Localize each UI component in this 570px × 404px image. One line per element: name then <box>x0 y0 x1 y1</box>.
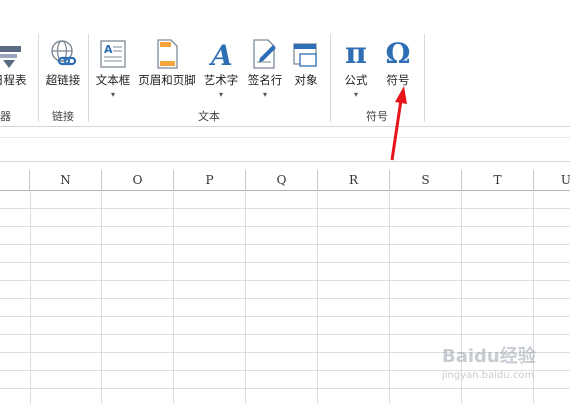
column-header-O[interactable]: O <box>102 170 174 190</box>
chevron-down-icon: ▾ <box>218 90 223 99</box>
svg-text:A: A <box>208 39 233 70</box>
svg-text:A: A <box>104 43 113 56</box>
chevron-down-icon: ▾ <box>353 90 358 99</box>
chevron-down-icon: ▾ <box>110 90 115 99</box>
grid-line <box>173 190 174 404</box>
hyperlink-label: 超链接 <box>45 73 81 87</box>
object-label: 对象 <box>294 73 318 87</box>
grid-line <box>0 298 570 299</box>
grid-line <box>317 190 318 404</box>
grid-line <box>0 334 570 335</box>
textbox-icon: A <box>100 40 126 68</box>
timeline-icon <box>0 46 21 68</box>
separator <box>88 34 89 122</box>
header-footer-label: 页眉和页脚 <box>138 73 196 87</box>
symbol-button[interactable]: Ω 符号 <box>378 36 418 104</box>
separator <box>330 34 331 122</box>
formula-bar-area <box>0 126 570 162</box>
grid-line <box>0 280 570 281</box>
equation-label: 公式 <box>344 73 368 87</box>
watermark-url: jingyan.baidu.com <box>442 370 535 381</box>
signature-line-icon <box>253 39 276 69</box>
chevron-down-icon: ▾ <box>262 90 267 99</box>
column-header-R[interactable]: R <box>318 170 390 190</box>
signature-line-label: 签名行 <box>247 73 283 87</box>
wordart-icon: A <box>208 39 233 70</box>
group-label-symbols: 符号 <box>366 110 388 123</box>
column-header[interactable] <box>0 170 30 190</box>
divider <box>0 137 570 138</box>
omega-icon: Ω <box>385 37 411 70</box>
column-header-T[interactable]: T <box>462 170 534 190</box>
column-header-S[interactable]: S <box>390 170 462 190</box>
grid-line <box>101 190 102 404</box>
hyperlink-button[interactable]: 超链接 <box>42 36 84 104</box>
textbox-label: 文本框 <box>95 73 131 87</box>
column-header-N[interactable]: N <box>30 170 102 190</box>
wordart-label: 艺术字 <box>203 73 239 87</box>
separator <box>424 34 425 122</box>
object-button[interactable]: 对象 <box>288 36 324 104</box>
grid-line <box>0 262 570 263</box>
header-footer-button[interactable]: 页眉和页脚 <box>136 36 198 104</box>
group-label-filter: 器 <box>0 110 11 123</box>
ribbon: 日程表 器 超链接 链接 A 文本框 ▾ <box>0 0 570 126</box>
group-label-links: 链接 <box>52 110 74 123</box>
grid-line <box>245 190 246 404</box>
watermark-brand: Baidu经验 <box>442 346 536 367</box>
grid-line <box>0 244 570 245</box>
column-header-Q[interactable]: Q <box>246 170 318 190</box>
grid-line <box>0 208 570 209</box>
equation-button[interactable]: π 公式 ▾ <box>336 36 376 104</box>
column-header-U[interactable]: U <box>534 170 570 190</box>
column-header-row: N O P Q R S T U <box>0 170 570 191</box>
group-label-text: 文本 <box>198 110 220 123</box>
textbox-button[interactable]: A 文本框 ▾ <box>92 36 134 104</box>
grid-line <box>30 190 31 404</box>
symbol-label: 符号 <box>386 73 410 87</box>
timeline-button[interactable]: 日程表 <box>0 36 32 104</box>
grid-line <box>0 316 570 317</box>
timeline-label: 日程表 <box>0 73 27 87</box>
baidu-watermark: Baidu经验 jingyan.baidu.com <box>440 342 565 400</box>
header-footer-icon <box>157 39 178 69</box>
signature-line-button[interactable]: 签名行 ▾ <box>244 36 286 104</box>
grid-line <box>0 226 570 227</box>
column-header-P[interactable]: P <box>174 170 246 190</box>
hyperlink-icon <box>51 40 77 66</box>
wordart-button[interactable]: A 艺术字 ▾ <box>200 36 242 104</box>
pi-icon: π <box>345 36 367 71</box>
grid-line <box>389 190 390 404</box>
separator <box>38 34 39 122</box>
object-icon <box>293 43 317 67</box>
